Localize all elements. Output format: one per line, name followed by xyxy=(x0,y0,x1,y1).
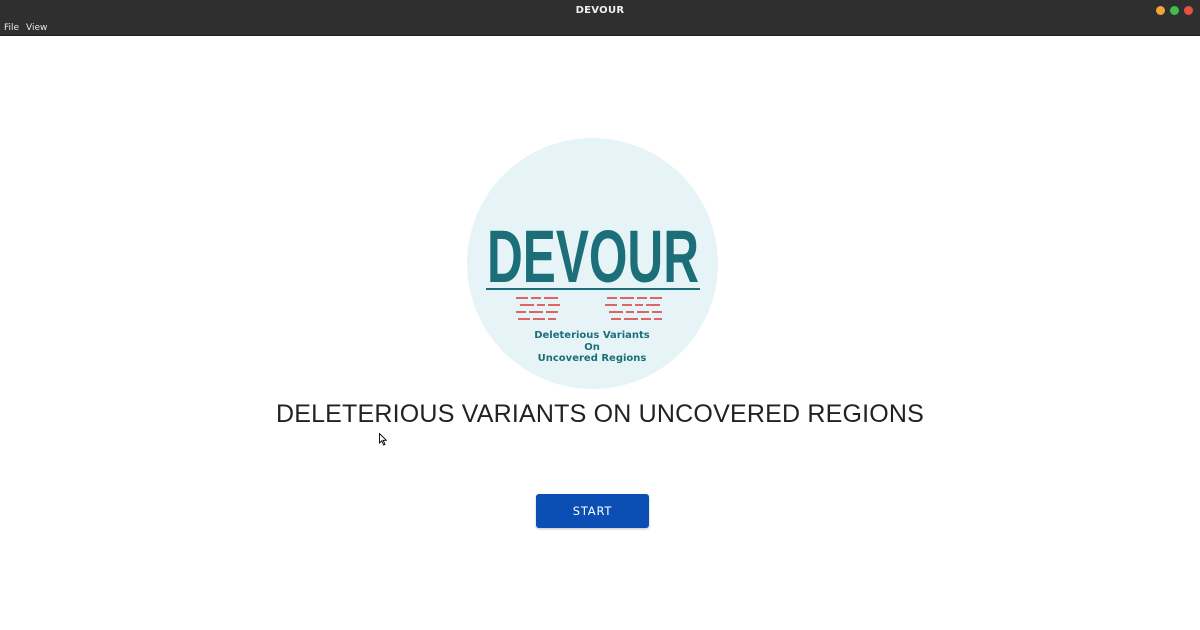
menu-bar: File View xyxy=(0,21,1200,36)
logo-subtitle-line: Deleterious Variants xyxy=(534,330,650,341)
title-bar: DEVOUR xyxy=(0,0,1200,21)
logo-subtitle-line: Uncovered Regions xyxy=(537,353,647,364)
logo-dash-pattern xyxy=(516,297,662,320)
logo-wordmark: DEVOUR xyxy=(487,215,699,290)
close-window-button[interactable] xyxy=(1184,6,1193,15)
logo-subtitle-line: On xyxy=(584,341,600,353)
devour-logo: DEVOUR xyxy=(486,215,700,290)
maximize-window-button[interactable] xyxy=(1170,6,1179,15)
menu-file[interactable]: File xyxy=(4,21,19,35)
logo-underline xyxy=(486,288,700,290)
minimize-window-button[interactable] xyxy=(1156,6,1165,15)
menu-view[interactable]: View xyxy=(26,21,47,35)
mouse-pointer-icon xyxy=(379,433,387,446)
start-button[interactable]: START xyxy=(536,494,649,528)
logo-subtitle: Deleterious Variants On Uncovered Region… xyxy=(517,330,667,365)
window-title: DEVOUR xyxy=(575,5,625,16)
page-title: DELETERIOUS VARIANTS ON UNCOVERED REGION… xyxy=(275,400,925,428)
